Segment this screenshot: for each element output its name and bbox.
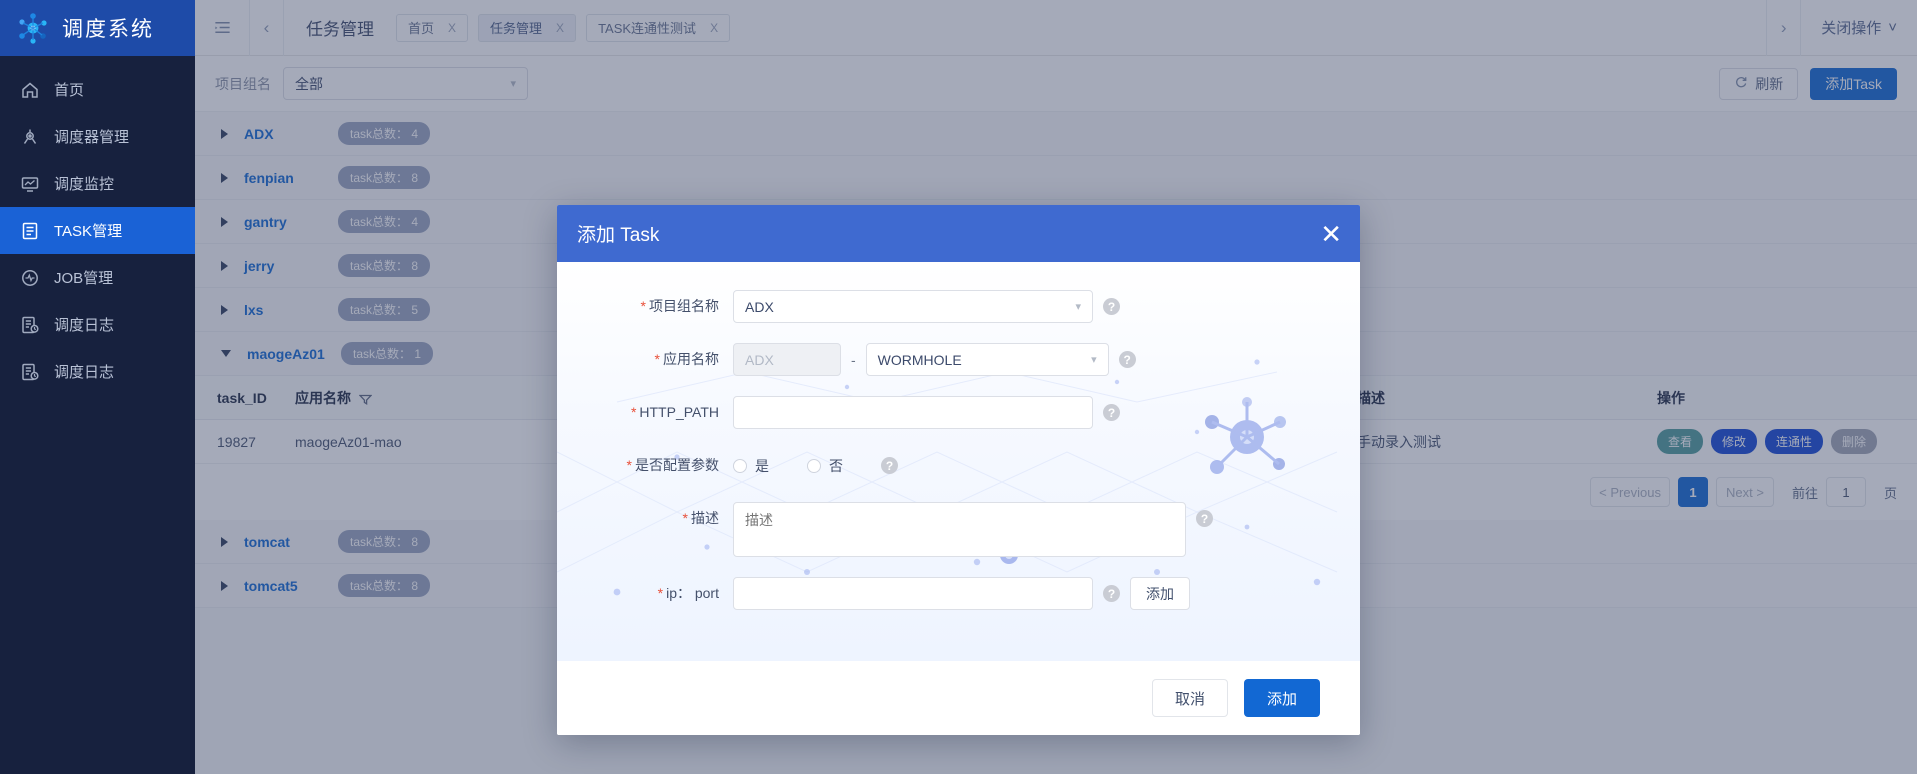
monitor-icon: [20, 174, 40, 194]
dialog-footer: 取消 添加: [557, 661, 1360, 735]
question-mark-icon[interactable]: ?: [1103, 298, 1120, 315]
close-icon[interactable]: ✕: [1320, 221, 1342, 247]
sidebar-item-scheduler-log-2[interactable]: 调度日志: [0, 348, 195, 395]
question-mark-icon[interactable]: ?: [1118, 351, 1136, 368]
app-logo-icon: [16, 11, 50, 45]
sidebar-item-scheduler-log-1[interactable]: 调度日志: [0, 301, 195, 348]
question-mark-icon[interactable]: ?: [1103, 585, 1120, 602]
dialog-header: 添加 Task ✕: [557, 205, 1360, 262]
brand-title: 调度系统: [62, 18, 154, 41]
config-param-label-text: 是否配置参数: [635, 457, 719, 473]
ip-port-control: ? 添加: [733, 577, 1190, 610]
sidebar-item-label: JOB管理: [54, 270, 114, 287]
field-row-app-name: * 应用名称 ADX - WORMHOLE ▾ ?: [557, 343, 1360, 376]
app-name-label: * 应用名称: [557, 343, 733, 376]
sidebar-item-task-management[interactable]: TASK管理: [0, 207, 195, 254]
question-mark-icon[interactable]: ?: [1196, 510, 1213, 527]
home-icon: [20, 80, 40, 100]
field-row-description: *描述 ?: [557, 502, 1360, 557]
project-group-name-value: ADX: [745, 298, 774, 315]
app-name-suffix-select[interactable]: WORMHOLE ▾: [865, 343, 1109, 376]
project-group-name-label-text: 项目组名称: [649, 298, 719, 314]
application-root: 调度系统 首页 调度器管理 调度监控 TASK管理 JOB管理 调度日志 调度日…: [0, 0, 1917, 774]
description-label: * 描述: [557, 502, 733, 535]
required-marker: *: [654, 351, 660, 367]
app-name-control: ADX - WORMHOLE ▾ ?: [733, 343, 1136, 376]
sidebar-item-label: 调度日志: [54, 317, 115, 334]
field-row-ip-port: * ip： port ? 添加: [557, 577, 1360, 610]
project-group-name-select[interactable]: ADX ▾: [733, 290, 1093, 323]
required-marker: *: [682, 510, 688, 526]
required-marker: *: [626, 457, 632, 473]
add-task-dialog: 添加 Task ✕ * 项目组名称 ADX ▾ ? * 应用名称 ADX - W…: [557, 205, 1360, 735]
task-icon: [20, 221, 40, 241]
ip-port-label: * ip： port: [557, 577, 733, 610]
question-mark-icon[interactable]: ?: [881, 457, 898, 474]
description-textarea[interactable]: [733, 502, 1186, 557]
field-row-http-path: * HTTP_PATH ?: [557, 396, 1360, 429]
question-mark-icon[interactable]: ?: [1103, 404, 1120, 421]
job-icon: [20, 268, 40, 288]
sidebar-item-label: 调度器管理: [54, 129, 130, 146]
sidebar-item-home[interactable]: 首页: [0, 66, 195, 113]
required-marker: *: [630, 404, 637, 420]
radio-no[interactable]: [807, 458, 821, 473]
sidebar-item-label: TASK管理: [54, 223, 123, 240]
sidebar-item-scheduler-management[interactable]: 调度器管理: [0, 113, 195, 160]
radio-no-label: 否: [829, 457, 843, 474]
ip-port-add-button[interactable]: 添加: [1130, 577, 1190, 610]
log-icon: [20, 362, 40, 382]
app-name-separator: -: [851, 351, 856, 368]
required-marker: *: [657, 585, 664, 601]
config-param-label: * 是否配置参数: [557, 449, 733, 482]
sidebar-item-job-management[interactable]: JOB管理: [0, 254, 195, 301]
dialog-body: * 项目组名称 ADX ▾ ? * 应用名称 ADX - WORMHOLE ▾ …: [557, 262, 1360, 661]
description-control: ?: [733, 502, 1213, 557]
chevron-down-icon: ▾: [1091, 354, 1097, 366]
sidebar-item-label: 调度监控: [54, 176, 115, 193]
sidebar-nav: 首页 调度器管理 调度监控 TASK管理 JOB管理 调度日志 调度日志: [0, 56, 195, 395]
radio-yes-label: 是: [755, 457, 769, 474]
app-name-label-text: 应用名称: [663, 351, 719, 367]
field-row-config-param: * 是否配置参数 是 否 ?: [557, 449, 1360, 482]
chevron-down-icon: ▾: [1075, 301, 1081, 313]
project-group-control: ADX ▾ ?: [733, 290, 1120, 323]
dialog-title: 添加 Task: [577, 225, 660, 246]
sidebar: 调度系统 首页 调度器管理 调度监控 TASK管理 JOB管理 调度日志 调度日…: [0, 0, 195, 774]
scheduler-icon: [20, 127, 40, 147]
http-path-input[interactable]: [733, 396, 1093, 429]
app-name-suffix-value: WORMHOLE: [877, 351, 962, 368]
required-marker: *: [640, 298, 646, 314]
confirm-add-button[interactable]: 添加: [1244, 679, 1320, 717]
radio-yes[interactable]: [733, 458, 747, 473]
project-group-name-label: * 项目组名称: [557, 290, 733, 323]
sidebar-item-label: 首页: [54, 82, 85, 99]
http-path-label: * HTTP_PATH: [557, 396, 733, 429]
log-icon: [20, 315, 40, 335]
ip-port-label-text: ip： port: [666, 585, 719, 601]
sidebar-item-scheduler-monitor[interactable]: 调度监控: [0, 160, 195, 207]
http-path-label-text: HTTP_PATH: [639, 404, 719, 420]
config-param-control: 是 否 ?: [733, 449, 898, 482]
app-name-prefix-input: ADX: [733, 343, 841, 376]
field-row-project-group: * 项目组名称 ADX ▾ ?: [557, 290, 1360, 323]
cancel-button[interactable]: 取消: [1152, 679, 1228, 717]
description-label-text: 描述: [691, 510, 719, 526]
ip-port-input[interactable]: [733, 577, 1093, 610]
sidebar-item-label: 调度日志: [54, 364, 115, 381]
brand-header: 调度系统: [0, 0, 195, 56]
http-path-control: ?: [733, 396, 1120, 429]
